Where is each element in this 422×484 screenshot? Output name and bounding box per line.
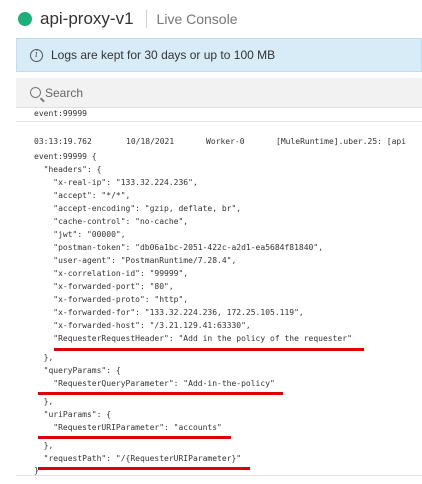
log-entry-divider: [16, 121, 422, 122]
retention-info-text: Logs are kept for 30 days or up to 100 M…: [51, 48, 276, 62]
log-worker: Worker-0: [206, 137, 245, 146]
log-line: },: [34, 441, 54, 450]
info-icon: i: [30, 48, 43, 62]
log-line: "accept": "*/*",: [34, 191, 131, 200]
log-line: },: [34, 353, 54, 362]
header-divider: [145, 10, 147, 28]
log-line-uri-params: "uriParams": {: [34, 410, 112, 419]
app-name[interactable]: api-proxy-v1: [40, 9, 134, 29]
log-line: "x-forwarded-host": "/3.21.129.41:63330"…: [34, 321, 251, 330]
log-line-query-params: "queryParams": {: [34, 366, 121, 375]
log-line: "postman-token": "db06a1bc-2051-422c-a2d…: [34, 243, 323, 252]
log-line: "accept-encoding": "gzip, deflate, br",: [34, 204, 242, 213]
log-entry-divider: [16, 475, 422, 476]
search-icon: [30, 87, 41, 98]
log-line: "user-agent": "PostmanRuntime/7.28.4",: [34, 256, 237, 265]
log-output[interactable]: event:99999 03:13:19.762 10/18/2021 Work…: [16, 110, 422, 484]
highlight-underline: [38, 467, 250, 470]
log-line-request-path: "requestPath": "/{RequesterURIParameter}…: [34, 454, 242, 463]
status-dot-icon: [18, 12, 32, 26]
highlight-underline: [38, 392, 283, 395]
log-line: "x-forwarded-for": "133.32.224.236, 172.…: [34, 308, 304, 317]
search-bar[interactable]: [16, 78, 422, 108]
retention-info-banner: i Logs are kept for 30 days or up to 100…: [16, 38, 422, 72]
log-line-requester-uri: "RequesterURIParameter": "accounts": [34, 423, 222, 432]
previous-log-entry-tail: event:99999: [34, 110, 87, 118]
highlight-underline: [54, 348, 364, 351]
log-line: "cache-control": "no-cache",: [34, 217, 189, 226]
log-line: "x-correlation-id": "99999",: [34, 269, 189, 278]
log-line: "x-real-ip": "133.32.224.236",: [34, 178, 198, 187]
log-date: 10/18/2021: [126, 137, 175, 146]
log-thread: [MuleRuntime].uber.25: [api: [276, 137, 407, 146]
live-console-label: Live Console: [156, 11, 238, 27]
highlight-underline: [38, 436, 231, 439]
log-line-requester-query: "RequesterQueryParameter": "Add-in-the-p…: [34, 379, 275, 388]
log-line-requester-header: "RequesterRequestHeader": "Add in the po…: [34, 334, 352, 343]
log-line: },: [34, 397, 54, 406]
log-time: 03:13:19.762: [34, 137, 92, 146]
search-input[interactable]: [45, 85, 405, 100]
log-line: event:99999 {: [34, 152, 97, 161]
log-line: "x-forwarded-proto": "http",: [34, 295, 189, 304]
app-header: api-proxy-v1 Live Console: [0, 0, 422, 38]
log-line: "headers": {: [34, 165, 102, 174]
log-line: "x-forwarded-port": "80",: [34, 282, 174, 291]
log-line: "jwt": "00000",: [34, 230, 126, 239]
